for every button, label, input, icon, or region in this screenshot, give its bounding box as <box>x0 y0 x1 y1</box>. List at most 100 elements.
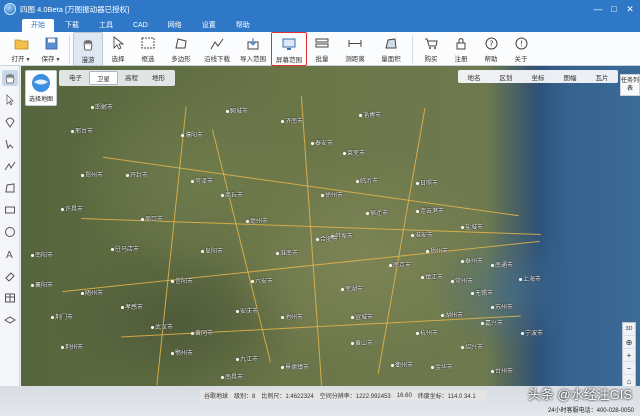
help-button[interactable]: ? 帮助 <box>476 32 506 66</box>
hotline-text: 24小时客服电话：400-028-0050 <box>547 408 634 414</box>
hand-icon <box>80 36 96 52</box>
task-list-button[interactable]: 任务列表 <box>620 74 640 96</box>
city-label: 淮安市 <box>411 230 433 239</box>
layer-districts[interactable]: 区划 <box>500 72 513 82</box>
map-type-elevation[interactable]: 高程 <box>118 71 145 85</box>
close-button[interactable]: ✕ <box>622 1 638 17</box>
polyline-icon <box>209 35 225 51</box>
pointer-icon[interactable] <box>2 92 18 108</box>
pan-tool-icon[interactable] <box>1 70 18 86</box>
svg-text:A: A <box>6 250 13 260</box>
batch-icon <box>314 35 330 51</box>
select-label: 选择 <box>111 56 125 63</box>
locate-icon[interactable]: ⊕ <box>623 336 635 349</box>
city-label: 亳州市 <box>246 216 268 225</box>
layer-place-names[interactable]: 地名 <box>468 72 481 82</box>
eraser-icon[interactable] <box>2 268 18 284</box>
city-label: 无锡市 <box>471 288 493 297</box>
chevron-down-icon: ▼ <box>25 57 31 63</box>
line-draw-icon[interactable] <box>2 158 18 174</box>
open-button[interactable]: 打开▼ <box>6 32 36 66</box>
import-range-label: 导入范围 <box>240 56 266 63</box>
layer-map-sheets[interactable]: 图幅 <box>564 72 577 82</box>
city-label: 台州市 <box>491 366 513 375</box>
city-label: 连云港市 <box>416 206 444 215</box>
buy-button[interactable]: 购买 <box>416 32 446 66</box>
register-button[interactable]: 注册 <box>446 32 476 66</box>
table-icon[interactable] <box>2 290 18 306</box>
rectangle-draw-icon[interactable] <box>2 202 18 218</box>
svg-text:!: ! <box>520 39 523 48</box>
circle-draw-icon[interactable] <box>2 224 18 240</box>
city-label: 金华市 <box>431 362 453 371</box>
city-label: 衢州市 <box>391 360 413 369</box>
info-icon: ! <box>513 35 529 51</box>
chevron-down-icon: ▼ <box>55 57 61 63</box>
zoom-out-button[interactable]: − <box>623 362 635 375</box>
status-level: 级别：8 <box>234 394 256 400</box>
polygon-draw-icon[interactable] <box>2 180 18 196</box>
maximize-button[interactable]: □ <box>606 1 622 17</box>
city-label: 镇江市 <box>421 272 443 281</box>
tab-help[interactable]: 帮助 <box>227 19 259 32</box>
menu-bar: 开始 下载 工具 CAD 网络 设置 帮助 <box>0 18 640 32</box>
city-label: 邯郸市 <box>91 102 113 111</box>
watermark: 头条 @水经注GIS <box>527 387 632 402</box>
edit-select-icon[interactable] <box>2 136 18 152</box>
left-toolbar: A <box>0 66 20 406</box>
polygon-button[interactable]: 多边形 <box>163 32 199 66</box>
batch-button[interactable]: 批量 <box>307 32 337 66</box>
tab-cad[interactable]: CAD <box>124 19 157 32</box>
tab-settings[interactable]: 设置 <box>193 19 225 32</box>
layer-coordinates[interactable]: 坐标 <box>532 72 545 82</box>
city-label: 开封市 <box>126 170 148 179</box>
text-tool-icon[interactable]: A <box>2 246 18 262</box>
tab-network[interactable]: 网络 <box>159 19 191 32</box>
rectangle-select-icon <box>140 35 156 51</box>
city-label: 景德镇市 <box>281 362 309 371</box>
screen-range-button[interactable]: 屏幕范围 <box>271 32 307 66</box>
tab-start[interactable]: 开始 <box>22 19 54 32</box>
map-type-electronic[interactable]: 电子 <box>62 71 89 85</box>
map-type-terrain[interactable]: 地形 <box>145 71 172 85</box>
ruler-icon <box>347 35 363 51</box>
select-button[interactable]: 选择 <box>103 32 133 66</box>
measure-area-button[interactable]: 量面积 <box>373 32 409 66</box>
choose-map-button[interactable]: 选择地图 <box>25 70 57 106</box>
status-bar: 谷歌地球 级别：8 比例尺：1:4622324 空间分辨率：1222.99245… <box>200 390 486 401</box>
pan-button[interactable]: 漫游 <box>73 32 103 66</box>
city-label: 嘉兴市 <box>481 318 503 327</box>
status-scale: 比例尺：1:4622324 <box>261 394 314 400</box>
monitor-icon <box>281 36 297 52</box>
import-icon <box>245 35 261 51</box>
city-label: 苏州市 <box>491 302 513 311</box>
map-type-satellite[interactable]: 卫星 <box>89 71 118 85</box>
city-label: 濮阳市 <box>181 130 203 139</box>
save-button[interactable]: 保存▼ <box>36 32 66 66</box>
zoom-in-button[interactable]: + <box>623 349 635 362</box>
layers-icon[interactable] <box>2 312 18 328</box>
line-download-button[interactable]: 沿线下载 <box>199 32 235 66</box>
city-label: 郑州市 <box>81 170 103 179</box>
city-label: 荆门市 <box>51 312 73 321</box>
minimize-button[interactable]: — <box>590 1 606 17</box>
city-label: 常州市 <box>451 276 473 285</box>
about-button[interactable]: ! 关于 <box>506 32 536 66</box>
city-label: 随州市 <box>81 288 103 297</box>
rect-select-button[interactable]: 框选 <box>133 32 163 66</box>
3d-toggle-button[interactable]: 3D <box>623 323 635 336</box>
city-label: 鄂州市 <box>171 348 193 357</box>
import-range-button[interactable]: 导入范围 <box>235 32 271 66</box>
measure-distance-button[interactable]: 测距离 <box>337 32 373 66</box>
highway-line <box>102 156 520 217</box>
marker-icon[interactable] <box>2 114 18 130</box>
map-canvas[interactable]: 邯郸市 聊城市 济南市 淄博市 泰安市 莱芜市 邢台市 濮阳市 菏泽市 临沂市 … <box>21 66 640 386</box>
status-resolution: 空间分辨率：1222.992453 <box>319 394 391 400</box>
city-label: 阜阳市 <box>201 246 223 255</box>
toolbar: 打开▼ 保存▼ 漫游 选择 框选 多边形 沿线下载 导入范围 屏幕范围 批量 测… <box>0 32 640 66</box>
city-label: 盐城市 <box>461 222 483 231</box>
city-label: 芜湖市 <box>341 284 363 293</box>
tab-download[interactable]: 下载 <box>56 19 88 32</box>
layer-tiles[interactable]: 瓦片 <box>596 72 609 82</box>
tab-tools[interactable]: 工具 <box>90 19 122 32</box>
